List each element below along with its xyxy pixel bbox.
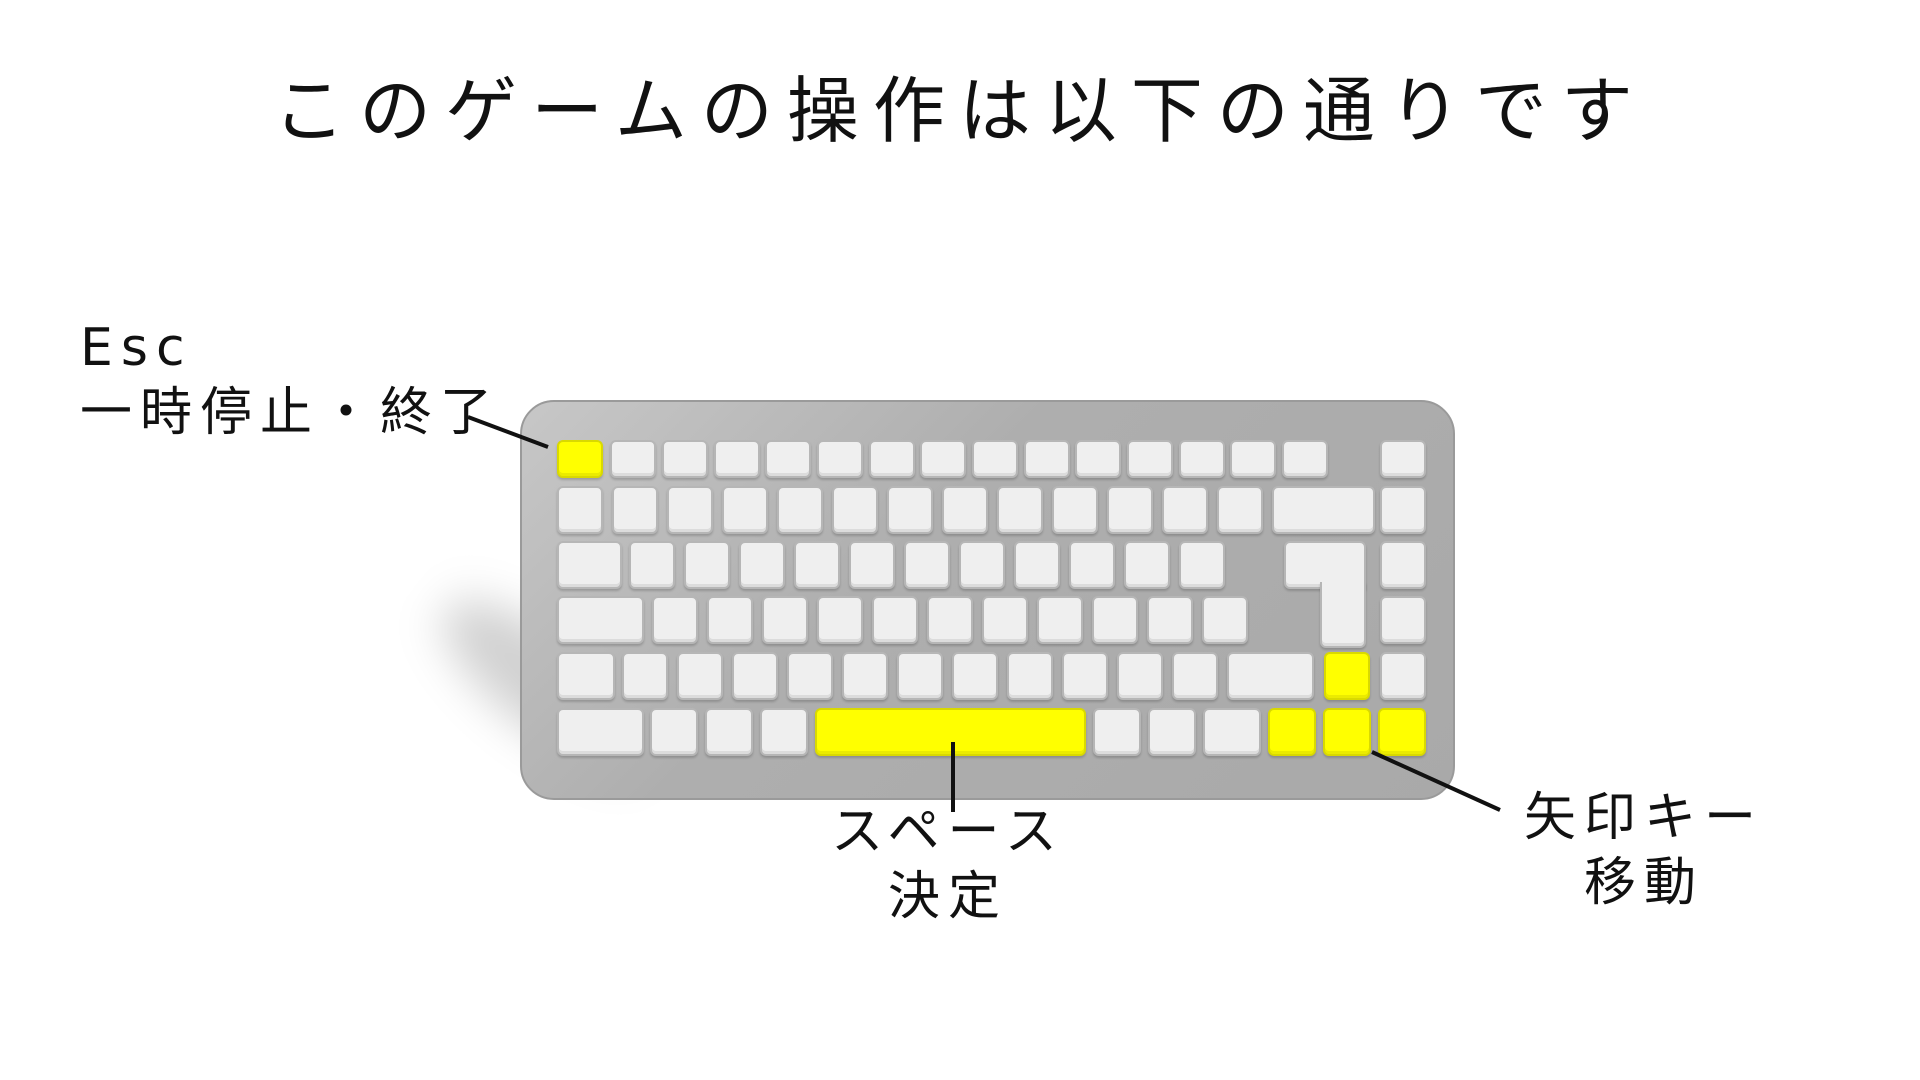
callout-lines — [467, 415, 1501, 812]
esc-callout-line — [467, 415, 549, 449]
arrow-callout-line — [1371, 750, 1501, 812]
